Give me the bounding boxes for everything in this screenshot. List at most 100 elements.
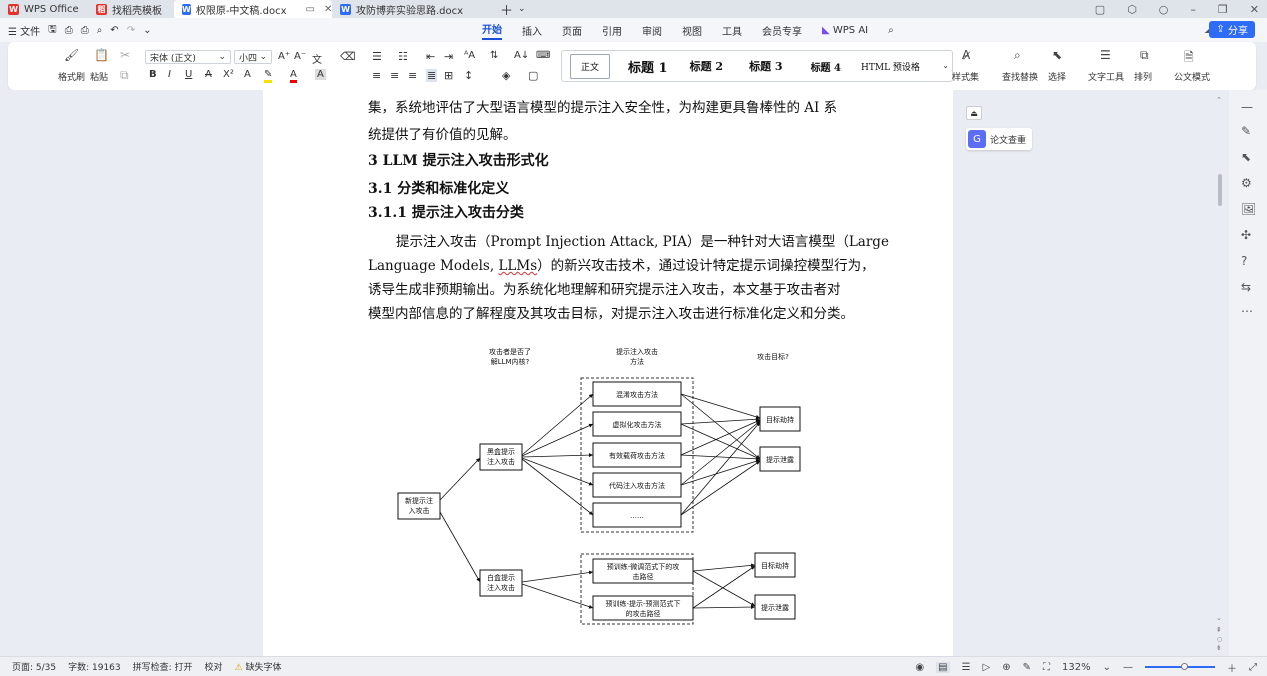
zoom-slider-thumb[interactable] bbox=[1181, 663, 1188, 670]
missing-font-button[interactable]: ⚠ 缺失字体 bbox=[235, 660, 282, 673]
zoom-level[interactable]: 132% bbox=[1062, 662, 1091, 673]
save-icon[interactable]: 🖫 bbox=[48, 22, 57, 39]
spell-check-toggle[interactable]: 拼写检查: 打开 bbox=[133, 660, 193, 673]
italic-icon[interactable]: I bbox=[168, 69, 171, 80]
select-browse-icon[interactable]: ○ bbox=[1217, 636, 1222, 643]
phonetic-icon[interactable]: 文 bbox=[312, 51, 322, 66]
style-set-icon[interactable]: A̷ bbox=[962, 48, 970, 62]
official-mode-label[interactable]: 公文模式 bbox=[1174, 70, 1210, 83]
style-normal[interactable]: 正文 bbox=[570, 53, 611, 79]
chevron-down-icon[interactable]: ⌄ bbox=[143, 25, 151, 36]
font-color-icon[interactable]: A bbox=[290, 69, 297, 83]
chevron-down-icon[interactable]: ⌄ bbox=[518, 4, 526, 14]
web-view-icon[interactable]: ⊕ bbox=[1002, 662, 1010, 673]
collapse-panel-icon[interactable]: ⏏ bbox=[966, 106, 982, 120]
share-button[interactable]: ⇪ 分享 bbox=[1209, 21, 1255, 38]
style-html-preformatted[interactable]: HTML 预设格 bbox=[861, 60, 920, 73]
eye-protection-icon[interactable]: ◉ bbox=[915, 662, 924, 673]
tab-view[interactable]: 视图 bbox=[682, 23, 702, 38]
align-right-icon[interactable]: ≡ bbox=[408, 69, 417, 82]
undo-icon[interactable]: ↶ bbox=[110, 25, 118, 36]
font-name-select[interactable]: 宋体 (正文) ⌄ bbox=[145, 50, 231, 64]
line-spacing-icon[interactable]: ↕ bbox=[464, 69, 473, 82]
copy-icon[interactable]: ⧉ bbox=[120, 68, 129, 83]
style-set-label[interactable]: 样式集 bbox=[952, 70, 979, 83]
find-replace-label[interactable]: 查找替换 bbox=[1002, 70, 1038, 83]
paper-check-button[interactable]: G 论文查重 bbox=[966, 128, 1032, 150]
avatar-icon[interactable]: ○ bbox=[1159, 3, 1169, 16]
print-icon[interactable]: ⎙ bbox=[81, 25, 89, 36]
tab-tools[interactable]: 工具 bbox=[722, 23, 742, 38]
export-icon[interactable]: ⎙ bbox=[65, 25, 73, 36]
font-grow-icon[interactable]: A⁺ bbox=[278, 51, 290, 62]
increase-indent-icon[interactable]: ⇥ bbox=[444, 50, 453, 63]
superscript-icon[interactable]: X² bbox=[223, 69, 234, 80]
format-painter-icon[interactable]: 🖌 bbox=[64, 48, 79, 62]
arrange-icon[interactable]: ⧉ bbox=[1140, 48, 1149, 63]
tab-wps-office[interactable]: W WPS Office bbox=[0, 0, 88, 18]
distribute-icon[interactable]: ⊞ bbox=[444, 69, 453, 82]
image-tools-icon[interactable]: 🖼 bbox=[1241, 202, 1256, 216]
proofread-button[interactable]: 校对 bbox=[205, 660, 223, 673]
justify-icon[interactable]: ≣ bbox=[426, 69, 438, 82]
close-icon[interactable]: ✕ bbox=[1250, 3, 1259, 16]
vertical-scrollbar[interactable]: ⌃ ⌄ ⇞ ○ ⇟ bbox=[1214, 92, 1226, 654]
scrollbar-thumb[interactable] bbox=[1218, 174, 1222, 206]
wps-ai-button[interactable]: ◣ WPS AI bbox=[822, 25, 868, 36]
chevron-down-icon[interactable]: ⌄ bbox=[942, 61, 949, 70]
select-cursor-icon[interactable]: ⬉ bbox=[1052, 48, 1062, 62]
strikethrough-icon[interactable]: A bbox=[205, 69, 212, 80]
layout-icon[interactable]: ▢ bbox=[1095, 3, 1105, 16]
search-icon[interactable]: ⌕ bbox=[888, 25, 894, 36]
bullet-list-icon[interactable]: ☰ bbox=[372, 50, 382, 63]
next-page-icon[interactable]: ⇟ bbox=[1216, 644, 1222, 652]
cursor-select-icon[interactable]: ⬉ bbox=[1241, 150, 1251, 164]
word-count[interactable]: 字数: 19163 bbox=[68, 660, 121, 673]
style-heading-1[interactable]: 标题 1 bbox=[628, 57, 668, 76]
style-heading-4[interactable]: 标题 4 bbox=[811, 59, 841, 74]
page-indicator[interactable]: 页面: 5/35 bbox=[12, 660, 56, 673]
redo-icon[interactable]: ↷ bbox=[127, 25, 135, 36]
zoom-out-icon[interactable]: — bbox=[1123, 662, 1133, 673]
font-size-select[interactable]: 小四 ⌄ bbox=[234, 50, 272, 64]
clear-format-icon[interactable]: ⌫ bbox=[340, 50, 356, 63]
scroll-down-icon[interactable]: ⌄ bbox=[1216, 614, 1222, 622]
magic-icon[interactable]: ✣ bbox=[1241, 228, 1251, 242]
fullscreen-icon[interactable]: ⤢ bbox=[1249, 662, 1257, 673]
reading-mode-icon[interactable]: ▷ bbox=[983, 662, 991, 673]
paste-icon[interactable]: 📋 bbox=[94, 48, 109, 62]
paste-label[interactable]: 粘贴 bbox=[90, 70, 108, 83]
maximize-icon[interactable]: ❐ bbox=[1218, 3, 1228, 16]
official-doc-icon[interactable]: 🗎 bbox=[1184, 48, 1194, 69]
page-view-icon[interactable]: ▤ bbox=[936, 661, 950, 673]
fit-page-icon[interactable]: ⛶ bbox=[1043, 662, 1050, 673]
text-tools-icon[interactable]: ☰ bbox=[1100, 48, 1111, 62]
border-icon[interactable]: ▢ bbox=[528, 69, 538, 82]
highlight-icon[interactable]: ✎ bbox=[264, 69, 273, 83]
font-effect-icon[interactable]: A bbox=[244, 69, 251, 80]
pen-mode-icon[interactable]: ✎ bbox=[1023, 662, 1031, 673]
bold-icon[interactable]: B bbox=[149, 69, 157, 80]
style-heading-3[interactable]: 标题 3 bbox=[749, 58, 782, 74]
select-label[interactable]: 选择 bbox=[1048, 70, 1066, 83]
font-shrink-icon[interactable]: A⁻ bbox=[294, 51, 306, 62]
tab-member[interactable]: 会员专享 bbox=[762, 23, 802, 38]
pen-icon[interactable]: ✎ bbox=[1241, 124, 1251, 138]
tab-review[interactable]: 审阅 bbox=[642, 23, 662, 38]
help-icon[interactable]: ? bbox=[1241, 254, 1247, 268]
tab-pin-icon[interactable]: ▭ bbox=[306, 4, 315, 15]
text-direction-icon[interactable]: ⇅ bbox=[490, 50, 498, 61]
show-marks-icon[interactable]: ⌨ bbox=[536, 50, 550, 61]
decrease-indent-icon[interactable]: ⇤ bbox=[426, 50, 435, 63]
adjust-icon[interactable]: ⚙ bbox=[1241, 176, 1252, 190]
style-heading-2[interactable]: 标题 2 bbox=[690, 58, 723, 74]
document-page[interactable]: 集，系统地评估了大型语言模型的提示注入安全性，为构建更具鲁棒性的 AI 系 统提… bbox=[263, 90, 953, 656]
cut-icon[interactable]: ✂ bbox=[120, 48, 130, 62]
tab-other-document[interactable]: W 攻防博弈实验思路.docx bbox=[332, 0, 492, 18]
tab-home[interactable]: 开始 bbox=[482, 21, 502, 40]
zoom-in-icon[interactable]: ＋ bbox=[1227, 660, 1237, 675]
tab-reference[interactable]: 引用 bbox=[602, 23, 622, 38]
align-left-icon[interactable]: ≡ bbox=[372, 69, 381, 82]
underline-icon[interactable]: U bbox=[185, 69, 192, 80]
shading-icon[interactable]: ◈ bbox=[502, 69, 510, 82]
